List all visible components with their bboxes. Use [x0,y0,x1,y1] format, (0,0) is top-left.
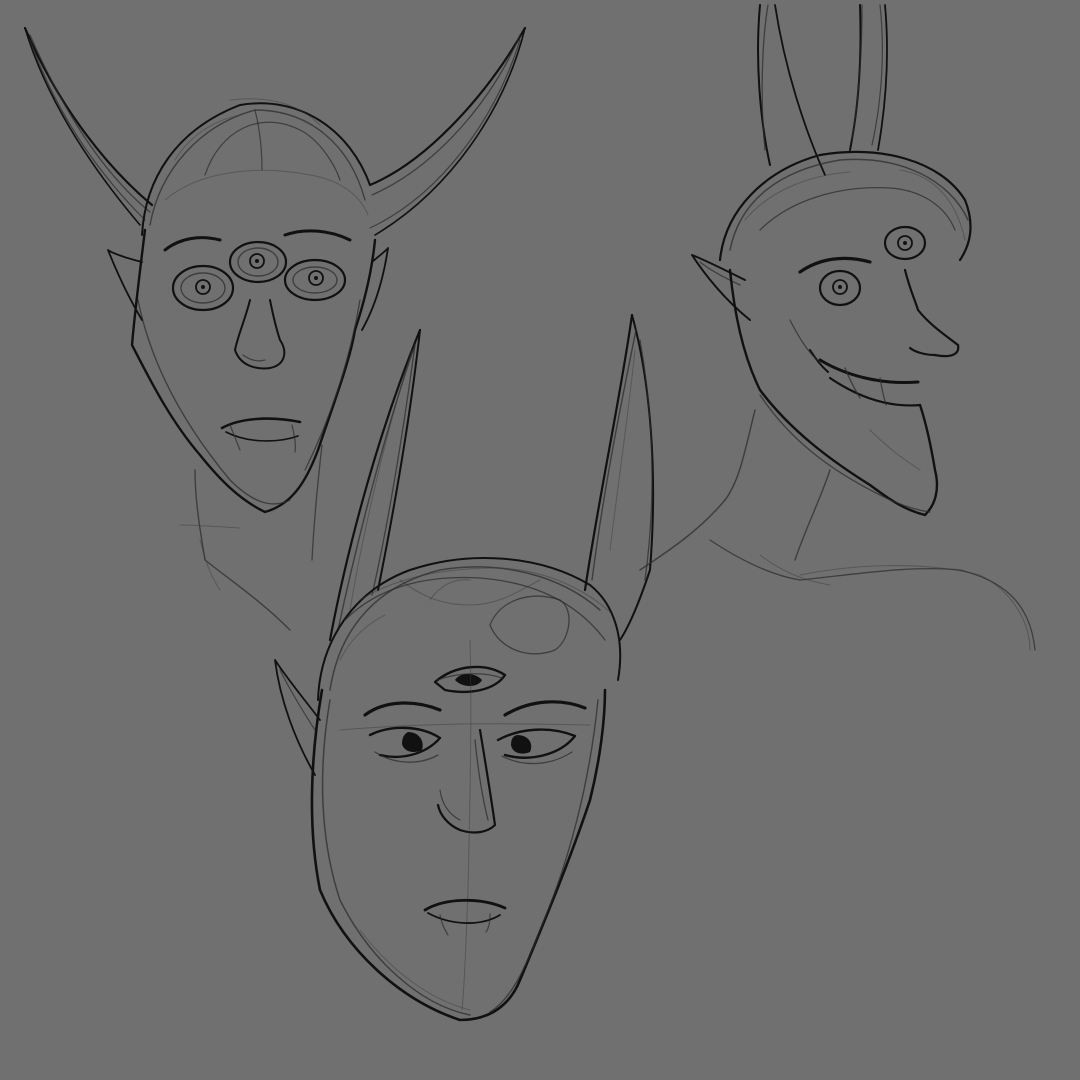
third-eye-2 [433,665,507,694]
mouth [220,417,302,453]
right-brow [283,229,352,242]
hair [141,98,371,236]
right-eye-2 [496,728,577,765]
face-guide-vertical [461,639,472,1011]
left-brow [163,236,222,252]
sketch-canvas [0,0,1080,1080]
right-eye [283,258,347,302]
profile-brow [798,256,872,274]
sketch-grinning-profile [639,4,1036,651]
nose-2 [436,728,497,834]
profile-neck-shoulders [639,409,1036,651]
left-ear [107,249,143,321]
sketch-horned-head [23,26,527,631]
right-brow-2 [503,700,587,717]
left-horn [23,26,154,226]
right-horn [368,26,527,236]
sketch-drawing [23,4,1036,1022]
profile-face-outline [728,268,960,517]
profile-cheek-line [789,319,821,363]
profile-eye [818,269,862,307]
profile-pointed-ear [691,254,751,321]
third-eye [228,240,288,284]
sketch-long-eared-head [274,313,655,1022]
left-eye [171,264,235,312]
face-outline [130,228,377,514]
right-tall-ear [583,313,655,641]
profile-hair [718,150,972,262]
left-eye-2 [368,726,442,763]
mouth-2 [423,898,507,936]
face-outline-2 [310,688,607,1022]
profile-grin [809,349,922,407]
profile-tall-ears [757,4,888,176]
neck [179,444,323,631]
nose [234,299,286,370]
left-brow-2 [363,701,442,717]
profile-third-eye [883,225,927,261]
